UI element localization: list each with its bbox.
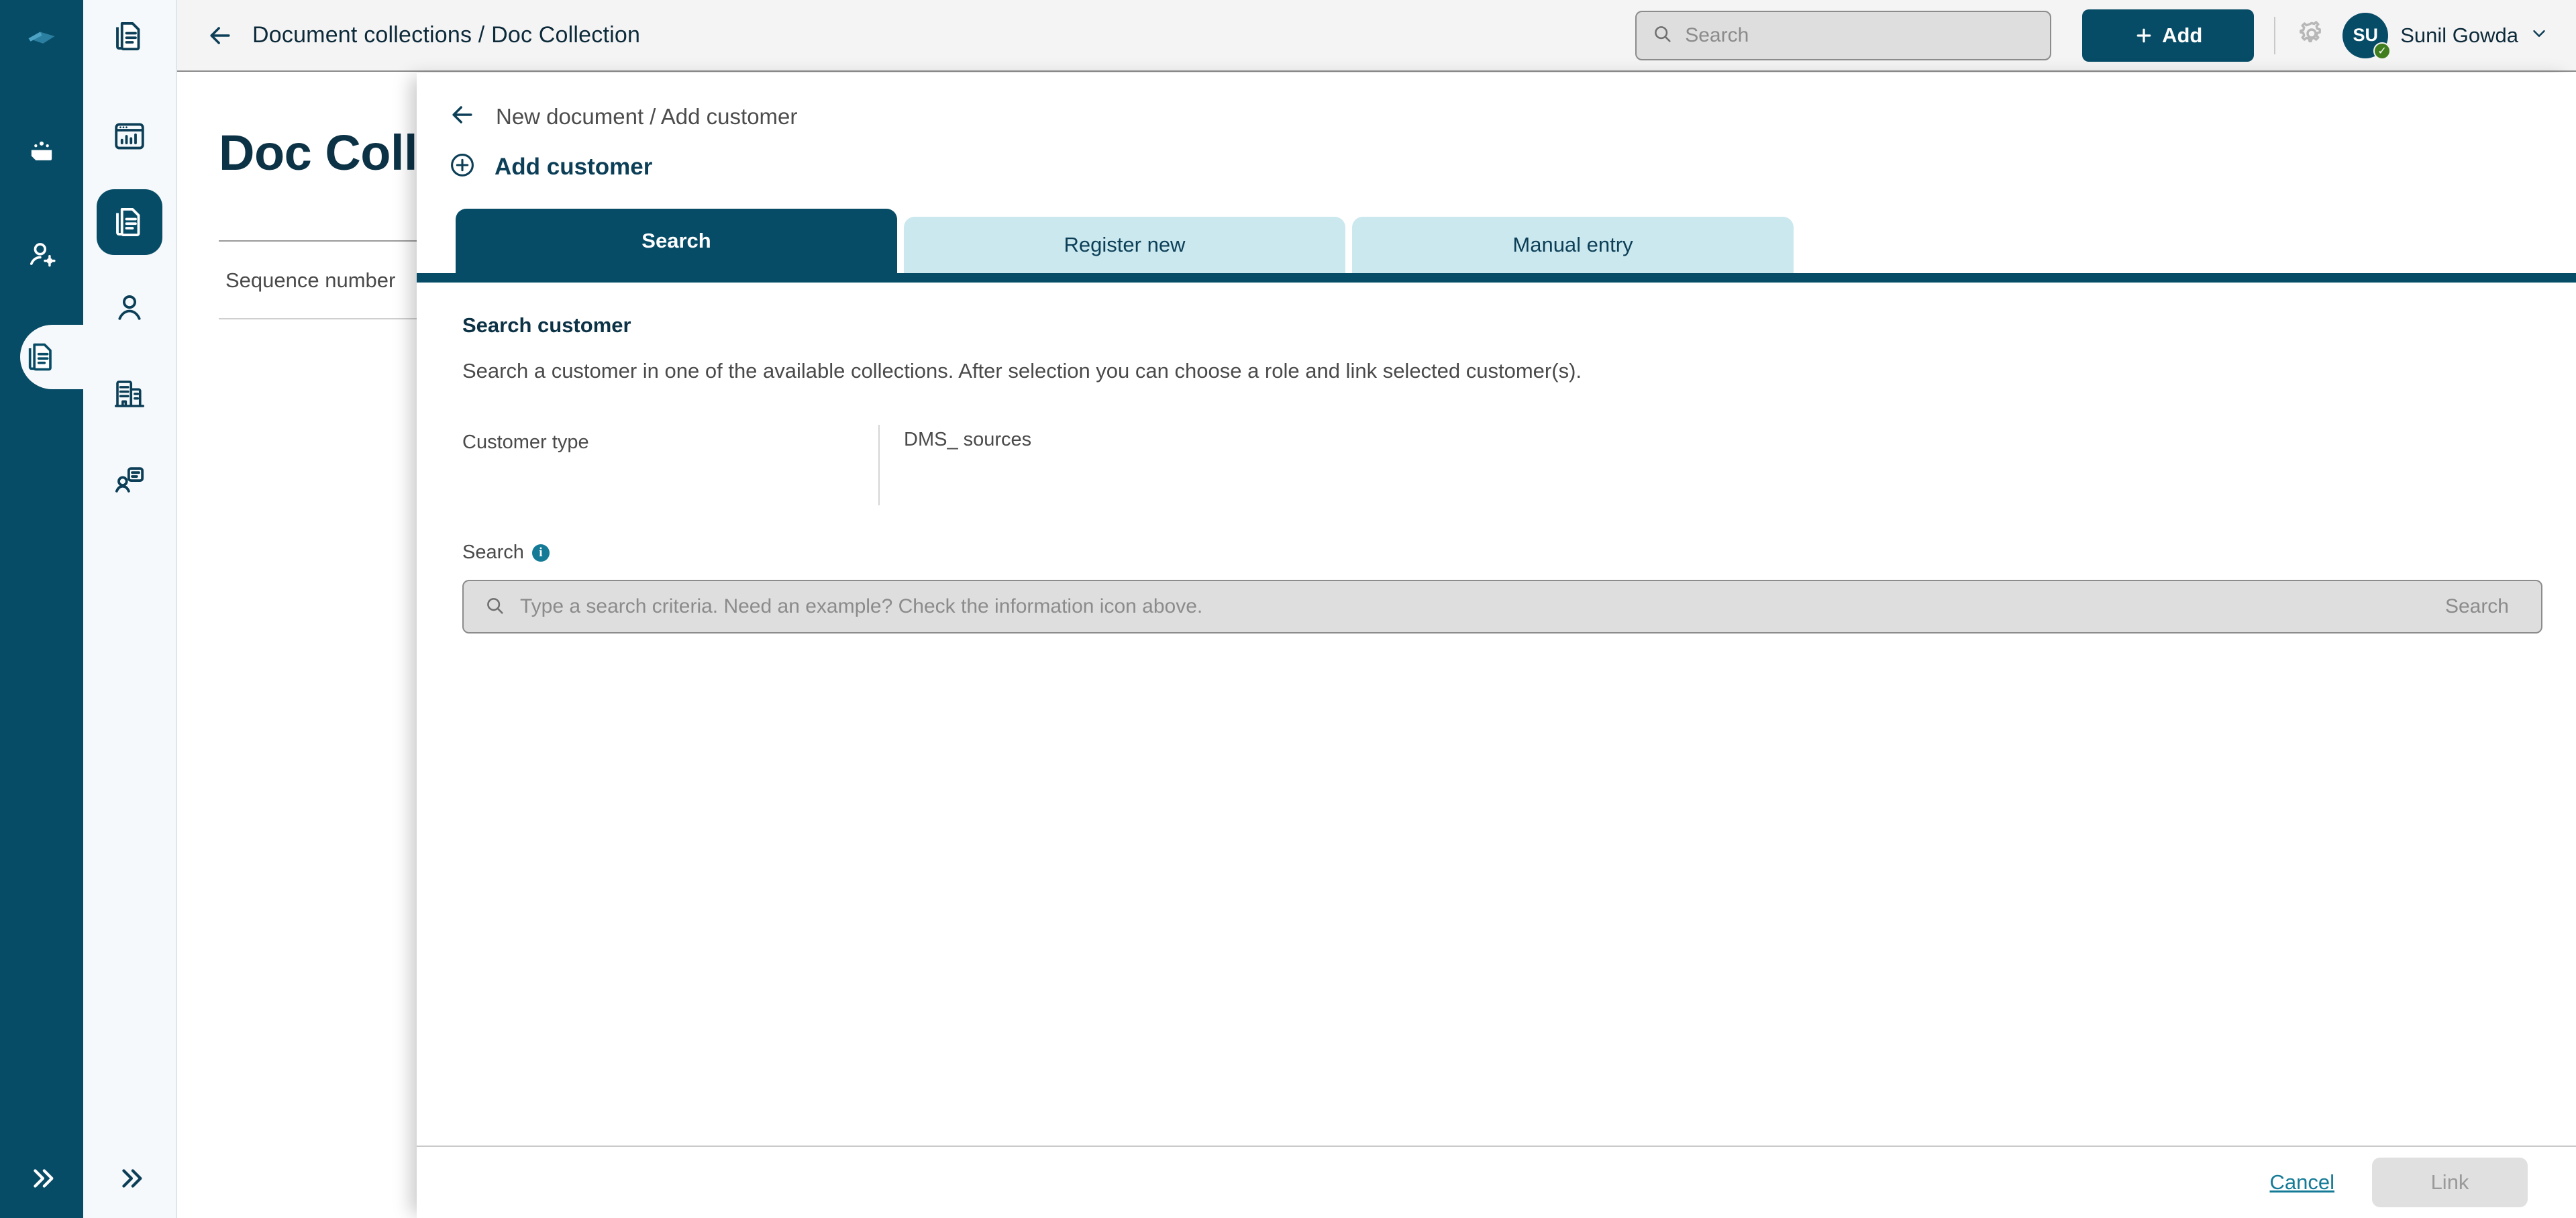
- section-title: Search customer: [462, 313, 631, 337]
- rail-expand-button[interactable]: [0, 1139, 83, 1218]
- global-search-input[interactable]: Search: [1635, 10, 2052, 60]
- search-field-label: Search: [462, 542, 524, 563]
- search-label-row: Search i: [462, 542, 2576, 564]
- add-button-label: Add: [2162, 23, 2203, 47]
- search-submit-button[interactable]: Search: [2445, 595, 2521, 618]
- user-name: Sunil Gowda: [2400, 23, 2518, 47]
- sidebar-top-documents-icon[interactable]: [83, 0, 176, 72]
- modal-title-row: Add customer: [448, 150, 2576, 183]
- modal-breadcrumb: New document / Add customer: [496, 103, 798, 129]
- modal-back-arrow-icon[interactable]: [448, 100, 477, 133]
- gear-icon[interactable]: [2296, 17, 2328, 53]
- tab-underline: [417, 273, 2576, 283]
- modal-footer: Cancel Link: [417, 1146, 2576, 1218]
- top-bar-actions: Search Add SU ✓ Sunil Gowda: [1635, 9, 2576, 62]
- search-icon: [484, 595, 505, 619]
- sidebar-item-contacts[interactable]: [97, 447, 162, 513]
- customer-search-placeholder: Type a search criteria. Need an example?…: [520, 595, 1203, 617]
- customer-type-row: Customer type DMS_ sources: [462, 425, 2576, 505]
- divider: [878, 425, 880, 505]
- section-description: Search a customer in one of the availabl…: [462, 359, 1582, 383]
- link-button[interactable]: Link: [2372, 1158, 2528, 1207]
- customer-search-input[interactable]: Type a search criteria. Need an example?…: [462, 580, 2542, 633]
- plus-circle-icon[interactable]: [448, 150, 477, 183]
- customer-type-label: Customer type: [462, 432, 589, 453]
- sidebar-item-organizations[interactable]: [97, 361, 162, 427]
- rail-item-list: [0, 121, 90, 389]
- tab-search[interactable]: Search: [456, 209, 897, 273]
- divider: [2274, 16, 2276, 54]
- status-badge: ✓: [2373, 42, 2391, 60]
- sidebar-item-document-collections[interactable]: [97, 189, 162, 255]
- modal-body: Search customer Search a customer in one…: [417, 283, 2576, 1146]
- customer-type-value[interactable]: DMS_ sources: [904, 425, 1031, 451]
- primary-nav-rail: [0, 0, 90, 1218]
- global-search-placeholder: Search: [1685, 23, 1749, 46]
- sidebar-expand-button[interactable]: [83, 1139, 177, 1218]
- sidebar-item-dashboard[interactable]: [97, 103, 162, 169]
- avatar[interactable]: SU ✓: [2342, 12, 2391, 60]
- tab-register-new[interactable]: Register new: [904, 217, 1345, 273]
- modal-title: Add customer: [495, 153, 653, 180]
- back-arrow-icon[interactable]: [205, 21, 235, 50]
- cancel-button[interactable]: Cancel: [2270, 1170, 2335, 1195]
- rail-item-documents[interactable]: [0, 325, 90, 389]
- tab-bar: Search Register new Manual entry: [417, 209, 2576, 273]
- secondary-sidebar: [83, 0, 177, 1218]
- app-root: Doc Colle Sequence number Document colle…: [0, 0, 2576, 1218]
- sidebar-item-persons[interactable]: [97, 275, 162, 341]
- info-icon[interactable]: i: [531, 544, 550, 562]
- chevron-down-icon[interactable]: [2529, 23, 2549, 47]
- add-button[interactable]: Add: [2082, 9, 2255, 62]
- modal-breadcrumb-row: New document / Add customer: [448, 100, 2576, 133]
- rail-item-user-admin[interactable]: [0, 223, 83, 287]
- tab-manual-entry[interactable]: Manual entry: [1352, 217, 1794, 273]
- search-icon: [1651, 23, 1673, 48]
- add-customer-modal: New document / Add customer Add customer…: [417, 73, 2576, 1218]
- sidebar-item-list: [97, 103, 162, 513]
- app-logo-icon[interactable]: [0, 0, 83, 72]
- top-bar: Document collections / Doc Collection Se…: [177, 0, 2576, 72]
- rail-item-collections[interactable]: [0, 121, 83, 185]
- modal-header: New document / Add customer Add customer: [417, 73, 2576, 183]
- breadcrumb: Document collections / Doc Collection: [252, 22, 641, 48]
